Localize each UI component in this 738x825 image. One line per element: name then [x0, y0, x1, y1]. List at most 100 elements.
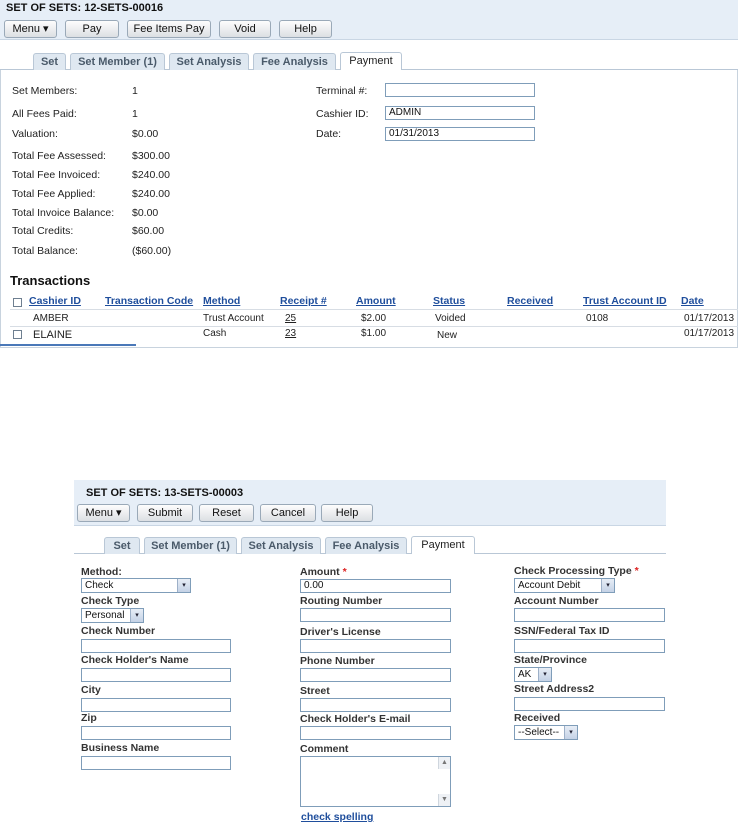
- menu-button[interactable]: Menu ▾: [4, 20, 57, 38]
- street-input[interactable]: [300, 698, 451, 712]
- zip-label: Zip: [81, 712, 97, 724]
- comment-textarea[interactable]: ▲ ▼: [300, 756, 451, 807]
- zip-input[interactable]: [81, 726, 231, 740]
- check-holder-name-input[interactable]: [81, 668, 231, 682]
- column-header-receipt[interactable]: Receipt #: [280, 295, 327, 307]
- help-button[interactable]: Help: [279, 20, 332, 38]
- received-value: --Select--: [518, 727, 560, 738]
- received-select[interactable]: --Select-- ▾: [514, 725, 578, 740]
- tab-payment[interactable]: Payment: [340, 52, 402, 70]
- tab-set-analysis[interactable]: Set Analysis: [241, 537, 321, 554]
- check-spelling-link[interactable]: check spelling: [301, 811, 373, 823]
- cashier-id-input[interactable]: ADMIN: [385, 106, 535, 120]
- tab-fee-analysis[interactable]: Fee Analysis: [325, 537, 407, 554]
- tab-fee-analysis[interactable]: Fee Analysis: [253, 53, 336, 70]
- business-name-label: Business Name: [81, 742, 160, 754]
- tab-strip: Set Set Member (1) Set Analysis Fee Anal…: [74, 536, 666, 554]
- summary-label: All Fees Paid:: [12, 108, 77, 120]
- row-checkbox[interactable]: [13, 330, 22, 339]
- summary-value: ($60.00): [132, 245, 172, 257]
- check-holder-email-input[interactable]: [300, 726, 451, 740]
- date-input[interactable]: 01/31/2013: [385, 127, 535, 141]
- amount-input[interactable]: 0.00: [300, 579, 451, 593]
- drivers-license-label: Driver's License: [300, 626, 381, 638]
- cell-date: 01/17/2013: [684, 328, 735, 339]
- check-processing-type-value: Account Debit: [518, 580, 581, 591]
- help-button[interactable]: Help: [321, 504, 373, 522]
- summary-value: $0.00: [132, 128, 159, 140]
- column-header-cashier-id[interactable]: Cashier ID: [29, 295, 81, 307]
- tab-set[interactable]: Set: [104, 537, 140, 554]
- cell-receipt-link[interactable]: 23: [285, 328, 296, 339]
- phone-number-label: Phone Number: [300, 655, 375, 667]
- method-select[interactable]: Check ▾: [81, 578, 191, 593]
- submit-button[interactable]: Submit: [137, 504, 193, 522]
- summary-value: $240.00: [132, 169, 170, 181]
- cell-amount: $2.00: [361, 313, 387, 324]
- fee-items-pay-button[interactable]: Fee Items Pay: [127, 20, 211, 38]
- tab-payment[interactable]: Payment: [411, 536, 475, 554]
- summary-label: Total Credits:: [12, 225, 74, 237]
- check-number-input[interactable]: [81, 639, 231, 653]
- summary-label: Total Fee Assessed:: [12, 150, 106, 162]
- check-processing-type-label-text: Check Processing Type: [514, 565, 632, 577]
- page-title: SET OF SETS: 12-SETS-00016: [6, 2, 164, 14]
- void-button[interactable]: Void: [219, 20, 271, 38]
- account-number-label: Account Number: [514, 595, 599, 607]
- tab-set-analysis[interactable]: Set Analysis: [169, 53, 249, 70]
- chevron-down-icon: ▾: [538, 668, 551, 681]
- menu-button[interactable]: Menu ▾: [77, 504, 130, 522]
- bottom-header: SET OF SETS: 13-SETS-00003 Menu ▾ Submit…: [74, 480, 666, 526]
- state-province-select[interactable]: AK ▾: [514, 667, 552, 682]
- terminal-input[interactable]: [385, 83, 535, 97]
- account-number-input[interactable]: [514, 608, 665, 622]
- routing-number-input[interactable]: [300, 608, 451, 622]
- tab-set-member[interactable]: Set Member (1): [70, 53, 165, 70]
- cell-receipt-link[interactable]: 25: [285, 313, 296, 324]
- column-header-transaction-code[interactable]: Transaction Code: [105, 295, 193, 307]
- tab-strip: Set Set Member (1) Set Analysis Fee Anal…: [0, 52, 738, 70]
- cell-method: Cash: [203, 328, 227, 339]
- ssn-tax-id-input[interactable]: [514, 639, 665, 653]
- date-label: Date:: [316, 128, 342, 140]
- cancel-button[interactable]: Cancel: [260, 504, 316, 522]
- cell-trust-account-id: 0108: [586, 313, 609, 324]
- column-header-received[interactable]: Received: [507, 295, 553, 307]
- street-label: Street: [300, 685, 330, 697]
- check-type-select[interactable]: Personal ▾: [81, 608, 144, 623]
- tab-set[interactable]: Set: [33, 53, 66, 70]
- summary-label: Total Fee Invoiced:: [12, 169, 101, 181]
- tab-set-member[interactable]: Set Member (1): [144, 537, 237, 554]
- terminal-label: Terminal #:: [316, 85, 368, 97]
- cell-method: Trust Account: [203, 313, 264, 324]
- scroll-down-icon[interactable]: ▼: [438, 794, 450, 806]
- routing-number-label: Routing Number: [300, 595, 383, 607]
- chevron-down-icon: ▾: [130, 609, 143, 622]
- chevron-down-icon: ▾: [177, 579, 190, 592]
- column-header-method[interactable]: Method: [203, 295, 240, 307]
- summary-value: $0.00: [132, 207, 159, 219]
- column-header-amount[interactable]: Amount: [356, 295, 396, 307]
- check-holder-email-label: Check Holder's E-mail: [300, 713, 411, 725]
- check-number-label: Check Number: [81, 625, 156, 637]
- city-input[interactable]: [81, 698, 231, 712]
- phone-number-input[interactable]: [300, 668, 451, 682]
- street-address2-input[interactable]: [514, 697, 665, 711]
- scroll-up-icon[interactable]: ▲: [438, 757, 450, 769]
- ssn-tax-id-label: SSN/Federal Tax ID: [514, 625, 610, 637]
- street-address2-label: Street Address2: [514, 683, 595, 695]
- business-name-input[interactable]: [81, 756, 231, 770]
- column-header-status[interactable]: Status: [433, 295, 465, 307]
- cashier-id-label: Cashier ID:: [316, 108, 369, 120]
- column-header-trust-account-id[interactable]: Trust Account ID: [583, 295, 667, 307]
- table-divider: [10, 309, 738, 310]
- column-header-date[interactable]: Date: [681, 295, 704, 307]
- method-label: Method:: [81, 566, 122, 578]
- bottom-screen: SET OF SETS: 13-SETS-00003 Menu ▾ Submit…: [74, 480, 666, 825]
- reset-button[interactable]: Reset: [199, 504, 254, 522]
- select-all-checkbox[interactable]: [13, 298, 22, 307]
- check-processing-type-select[interactable]: Account Debit ▾: [514, 578, 615, 593]
- pay-button[interactable]: Pay: [65, 20, 119, 38]
- drivers-license-input[interactable]: [300, 639, 451, 653]
- row-focus-underline: [0, 344, 136, 346]
